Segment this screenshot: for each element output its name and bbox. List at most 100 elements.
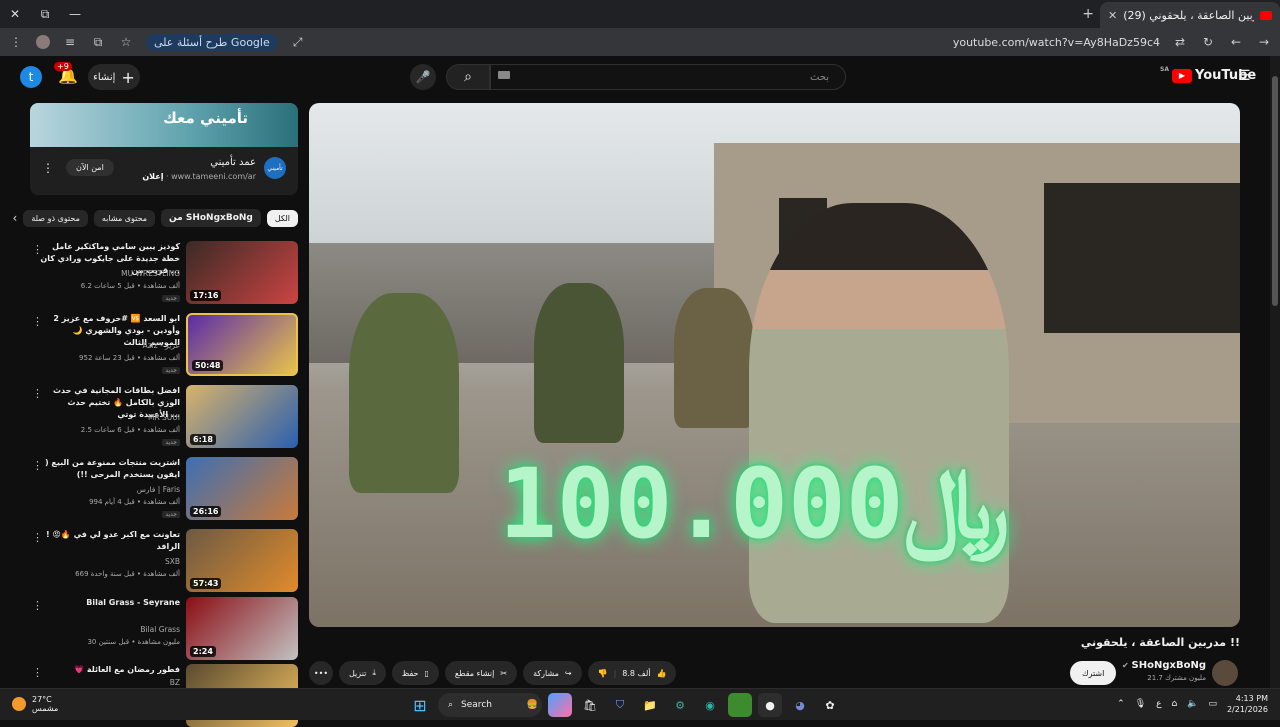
chevron-up-icon[interactable]: ⌃ xyxy=(1117,699,1125,709)
channel-name[interactable]: SXB xyxy=(165,557,180,566)
copilot-icon[interactable] xyxy=(548,693,572,717)
security-shield-icon[interactable]: ⛉ xyxy=(608,693,632,717)
ad-card[interactable]: تأميني معك تأميني عمد تأميني إعلان · www… xyxy=(30,103,298,195)
google-ask-chip[interactable]: طرح أسئلة على Google xyxy=(146,33,278,51)
reading-list-icon[interactable]: ≡ xyxy=(62,35,78,49)
browser-tab[interactable]: ✕ (29) مدربين الصاعقة ، يلحقوني !! xyxy=(1100,2,1280,28)
chip-similar[interactable]: محتوى مشابه xyxy=(93,209,156,227)
battery-icon[interactable]: ▭ xyxy=(1208,699,1217,709)
share-button[interactable]: مشاركة ↪ xyxy=(523,661,582,685)
video-thumbnail[interactable]: 17:16 xyxy=(186,241,298,304)
channel-avatar[interactable] xyxy=(1212,660,1238,686)
chrome-icon[interactable]: ● xyxy=(758,693,782,717)
video-thumbnail[interactable]: 50:48 xyxy=(186,313,298,376)
close-window-icon[interactable]: ✕ xyxy=(0,0,30,28)
more-options-icon[interactable]: ⋮ xyxy=(32,599,43,612)
chip-related[interactable]: محتوى ذو صلة xyxy=(23,209,88,227)
discord-icon[interactable]: ◕ xyxy=(788,693,812,717)
network-icon[interactable]: ⌂ xyxy=(1172,699,1178,709)
ad-cta-button[interactable]: امن الآن xyxy=(66,159,114,176)
account-avatar[interactable]: t xyxy=(20,66,42,88)
channel-name[interactable]: MR SUUI xyxy=(148,413,180,422)
video-title[interactable]: Bilal Grass - Seyrane xyxy=(40,597,180,609)
extensions-icon[interactable]: ⧉ xyxy=(90,35,106,50)
keyboard-icon[interactable] xyxy=(498,71,510,79)
channel-name[interactable]: BZ xyxy=(170,678,180,687)
more-options-icon[interactable]: ⋮ xyxy=(32,387,43,400)
create-button[interactable]: إنشاء + xyxy=(88,64,140,90)
chevron-left-icon[interactable]: ‹ xyxy=(13,211,18,225)
recommendation-item[interactable]: 57:43 ! 😡🔥 تعاونت مع اكبر عدو لي في الراف… xyxy=(30,529,298,593)
clip-button[interactable]: إنشاء مقطع ✂ xyxy=(444,661,518,685)
chip-all[interactable]: الكل xyxy=(266,209,298,227)
video-title[interactable]: ! 😡🔥 تعاونت مع اكبر عدو لي في الرافد xyxy=(40,529,180,553)
more-options-icon[interactable]: ⋮ xyxy=(32,315,43,328)
menu-icon[interactable]: ⋮ xyxy=(8,35,24,49)
more-options-icon[interactable]: ⋮ xyxy=(32,531,43,544)
video-thumbnail[interactable]: 57:43 xyxy=(186,529,298,592)
tab-close-icon[interactable]: ✕ xyxy=(1108,9,1117,22)
recommendation-item[interactable]: 17:16 كوديز يبين سامي وماكثكير عامل خطة ج… xyxy=(30,241,298,305)
back-icon[interactable]: → xyxy=(1256,35,1272,49)
minimize-window-icon[interactable]: — xyxy=(60,0,90,28)
taskbar-search[interactable]: ⌕ Search 🍔 xyxy=(438,693,542,717)
search-button[interactable]: ⌕ xyxy=(446,64,490,90)
video-title[interactable]: اشتريت منتجات ممنوعة من البيع ( ايفون يس… xyxy=(40,457,180,481)
save-button[interactable]: حفظ ▯ xyxy=(391,661,439,685)
video-title[interactable]: 💗 فطور رمضان مع العائلة xyxy=(40,664,180,676)
download-button[interactable]: تنزيل ⤓ xyxy=(339,661,386,685)
recommendation-item[interactable]: 6:18 افضل بطاقات المجانية في حدث الوزي با… xyxy=(30,385,298,449)
channel-name[interactable]: Bilal Grass xyxy=(140,625,180,634)
more-actions-button[interactable]: ••• xyxy=(309,661,333,685)
chip-from-channel[interactable]: من SHoNgxBoNg xyxy=(161,209,261,227)
guide-menu-icon[interactable]: ☰ xyxy=(1238,68,1251,84)
minecraft-icon[interactable] xyxy=(728,693,752,717)
ad-menu-icon[interactable]: ⋮ xyxy=(42,161,54,175)
advertiser-logo[interactable]: تأميني xyxy=(264,157,286,179)
profile-icon[interactable] xyxy=(36,35,50,49)
search-input[interactable]: بحث xyxy=(490,64,846,90)
new-tab-button[interactable]: + xyxy=(1082,6,1094,22)
channel-name[interactable]: Aziz - عزيز xyxy=(143,341,180,350)
file-explorer-icon[interactable]: 📁 xyxy=(638,693,662,717)
microphone-icon[interactable]: 🎙 xyxy=(1135,699,1146,709)
taskbar-clock[interactable]: 4:13 PM 2/21/2026 xyxy=(1227,693,1268,715)
notifications-bell-icon[interactable]: 🔔 +9 xyxy=(54,62,78,85)
like-icon[interactable]: 👍 xyxy=(657,669,667,678)
microsoft-store-icon[interactable]: 🛍 xyxy=(578,693,602,717)
video-thumbnail[interactable]: 26:16 xyxy=(186,457,298,520)
language-indicator[interactable]: ع xyxy=(1156,699,1161,709)
more-options-icon[interactable]: ⋮ xyxy=(32,666,43,679)
video-thumbnail[interactable]: 2:24 xyxy=(186,597,298,660)
screen-capture-icon[interactable]: ⤢ xyxy=(290,35,306,50)
forward-icon[interactable]: ← xyxy=(1228,35,1244,49)
page-scrollbar[interactable] xyxy=(1270,56,1280,688)
weather-widget[interactable]: 27°C مشمس xyxy=(12,695,58,713)
recommendation-item[interactable]: 26:16 اشتريت منتجات ممنوعة من البيع ( ايف… xyxy=(30,457,298,521)
restore-window-icon[interactable]: ⧉ xyxy=(30,0,60,28)
voice-search-icon[interactable]: 🎤 xyxy=(410,64,436,90)
windows-start-icon[interactable]: ⊞ xyxy=(408,693,432,717)
address-bar[interactable]: youtube.com/watch?v=Ay8HaDz59c4 xyxy=(953,36,1160,49)
video-player[interactable]: 100.000﷼ xyxy=(309,103,1240,627)
edge-icon[interactable]: ◉ xyxy=(698,693,722,717)
channel-name[interactable]: فارس | Faris xyxy=(137,485,180,494)
video-thumbnail[interactable]: 6:18 xyxy=(186,385,298,448)
recommendation-item[interactable]: 💗 فطور رمضان مع العائلة BZ ⋮ xyxy=(30,664,298,727)
channel-name[interactable]: MU WRESTLING xyxy=(121,269,180,278)
subscribe-button[interactable]: اشترك xyxy=(1070,661,1117,685)
more-options-icon[interactable]: ⋮ xyxy=(32,459,43,472)
scrollbar-thumb[interactable] xyxy=(1272,76,1278,306)
chatgpt-icon[interactable]: ✿ xyxy=(818,693,842,717)
site-settings-icon[interactable]: ⇄ xyxy=(1172,35,1188,49)
settings-gear-icon[interactable]: ⚙ xyxy=(668,693,692,717)
bookmark-star-icon[interactable]: ☆ xyxy=(118,35,134,49)
ad-title[interactable]: عمد تأميني xyxy=(210,157,256,168)
channel-name[interactable]: ✔ SHoNgxBoNg xyxy=(1122,660,1206,671)
reload-icon[interactable]: ↻ xyxy=(1200,35,1216,49)
more-options-icon[interactable]: ⋮ xyxy=(32,243,43,256)
recommendation-item[interactable]: 50:48 حروف مع عزيز 2# 🆚 ابو السعد وأودين … xyxy=(30,313,298,377)
recommendation-item[interactable]: 2:24 Bilal Grass - Seyrane Bilal Grass 30 م… xyxy=(30,597,298,661)
volume-icon[interactable]: 🔈 xyxy=(1187,699,1198,709)
ad-banner[interactable]: تأميني معك xyxy=(30,103,298,147)
